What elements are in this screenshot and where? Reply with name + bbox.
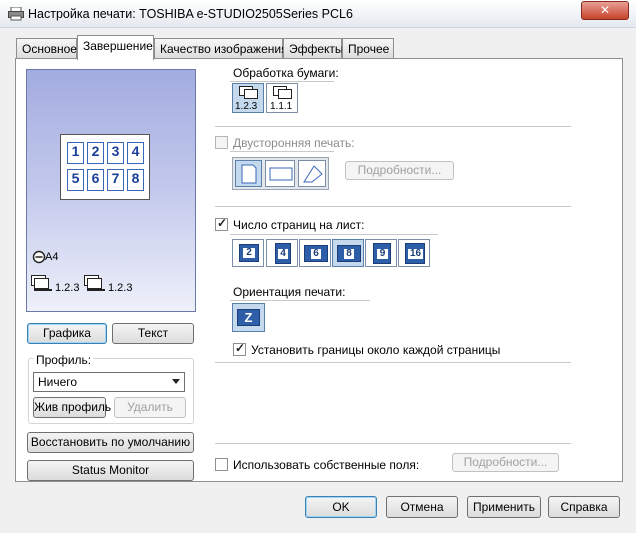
collate-stack-icon xyxy=(84,275,105,291)
group-sort-label: 1.1.1 xyxy=(270,101,293,112)
pages-option-label: 9 xyxy=(377,249,388,259)
divider xyxy=(230,300,370,301)
duplex-option-long-edge[interactable] xyxy=(235,160,262,187)
profile-select-value: Ничего xyxy=(38,375,78,389)
divider xyxy=(230,151,334,152)
profile-label: Профиль: xyxy=(34,353,94,367)
divider xyxy=(215,206,571,207)
save-profile-button[interactable]: Жив профиль xyxy=(33,397,111,418)
pages-option-2[interactable]: 2 xyxy=(232,239,264,267)
preview-page: 8 xyxy=(127,169,144,191)
restore-defaults-button[interactable]: Восстановить по умолчанию xyxy=(27,432,194,453)
pages-per-sheet-checkbox[interactable] xyxy=(215,216,228,231)
printer-icon xyxy=(8,7,24,21)
pages-option-6[interactable]: 6 xyxy=(299,239,331,267)
pages-option-9[interactable]: 9 xyxy=(365,239,397,267)
group-sort-icon xyxy=(273,86,292,99)
divider xyxy=(215,443,571,444)
tab-image-quality[interactable]: Качество изображения xyxy=(154,38,288,59)
cancel-button[interactable]: Отмена xyxy=(386,496,458,518)
duplex-short-edge-icon xyxy=(269,167,293,181)
duplex-details-button[interactable]: Подробности... xyxy=(345,161,454,180)
preview-page: 1 xyxy=(67,142,84,164)
preview-page: 5 xyxy=(67,169,84,191)
help-button[interactable]: Справка xyxy=(548,496,620,518)
status-monitor-button[interactable]: Status Monitor xyxy=(27,460,194,481)
pages-8-icon: 8 xyxy=(337,245,361,262)
collate-sort-label: 1.2.3 xyxy=(235,101,258,112)
borders-checkbox[interactable] xyxy=(233,341,246,356)
pages-option-label: 2 xyxy=(243,248,255,258)
tab-finishing[interactable]: Завершение xyxy=(77,35,154,60)
pages-option-label: 16 xyxy=(408,248,423,259)
orientation-z-icon: Z xyxy=(237,309,260,326)
pages-option-8[interactable]: 8 xyxy=(332,239,364,267)
preview-pane: 1 2 3 4 5 6 7 8 A4 1.2.3 1.2.3 xyxy=(26,69,196,312)
duplex-options-strip xyxy=(232,157,329,190)
graphics-button[interactable]: Графика xyxy=(27,323,107,344)
pages-option-label: 4 xyxy=(278,249,288,259)
duplex-option-booklet[interactable] xyxy=(298,160,326,187)
preview-page: 4 xyxy=(127,142,144,164)
profile-select[interactable]: Ничего xyxy=(33,372,185,392)
pages-16-icon: 16 xyxy=(405,243,425,264)
orientation-option[interactable]: Z xyxy=(232,303,265,332)
pages-option-label: 8 xyxy=(344,249,354,259)
duplex-booklet-icon xyxy=(303,165,323,183)
duplex-checkbox[interactable] xyxy=(215,136,228,149)
custom-margins-label: Использовать собственные поля: xyxy=(233,458,420,472)
custom-margins-checkbox[interactable] xyxy=(215,458,228,471)
divider xyxy=(230,234,438,235)
collate-stack-icon xyxy=(31,275,52,291)
preview-page: 7 xyxy=(107,169,124,191)
orientation-label: Ориентация печати: xyxy=(233,285,346,299)
delete-profile-button[interactable]: Удалить xyxy=(114,397,186,418)
collate-sort-icon xyxy=(239,86,258,99)
apply-button[interactable]: Применить xyxy=(467,496,541,518)
collate-label: 1.2.3 xyxy=(108,282,133,294)
duplex-option-short-edge[interactable] xyxy=(265,160,295,187)
pages-6-icon: 6 xyxy=(304,245,328,262)
pages-4-icon: 4 xyxy=(275,243,291,264)
pages-2-icon: 2 xyxy=(239,244,259,262)
custom-margins-details-button[interactable]: Подробности... xyxy=(452,453,559,472)
borders-label: Установить границы около каждой страницы xyxy=(251,343,501,357)
duplex-long-edge-icon xyxy=(241,164,257,184)
divider xyxy=(215,362,571,363)
preview-page: 2 xyxy=(87,142,104,164)
paper-size-icon xyxy=(32,250,46,264)
paper-size-label: A4 xyxy=(45,251,59,263)
ok-button[interactable]: OK xyxy=(305,496,377,518)
paper-handling-label: Обработка бумаги: xyxy=(233,66,339,80)
tab-other[interactable]: Прочее xyxy=(342,38,394,59)
preview-sheet: 1 2 3 4 5 6 7 8 xyxy=(60,134,150,200)
collate-sort-option[interactable]: 1.2.3 xyxy=(232,83,264,113)
group-option[interactable]: 1.1.1 xyxy=(266,83,298,113)
chevron-down-icon xyxy=(172,379,180,384)
divider xyxy=(215,126,571,127)
title-bar: Настройка печати: TOSHIBA e-STUDIO2505Se… xyxy=(0,0,636,28)
pages-option-16[interactable]: 16 xyxy=(398,239,430,267)
collate-label: 1.2.3 xyxy=(55,282,80,294)
divider xyxy=(230,81,334,82)
tab-effects[interactable]: Эффекты xyxy=(283,38,344,59)
text-button[interactable]: Текст xyxy=(112,323,194,344)
pages-9-icon: 9 xyxy=(373,243,391,264)
preview-page: 6 xyxy=(87,169,104,191)
window-title: Настройка печати: TOSHIBA e-STUDIO2505Se… xyxy=(28,7,353,21)
duplex-label: Двусторонняя печать: xyxy=(233,136,355,150)
close-button[interactable]: ✕ xyxy=(581,1,629,20)
pages-option-4[interactable]: 4 xyxy=(266,239,298,267)
pages-option-label: 6 xyxy=(311,249,321,259)
preview-page: 3 xyxy=(107,142,124,164)
tab-basic[interactable]: Основное xyxy=(16,38,77,59)
pages-per-sheet-label: Число страниц на лист: xyxy=(233,218,365,232)
